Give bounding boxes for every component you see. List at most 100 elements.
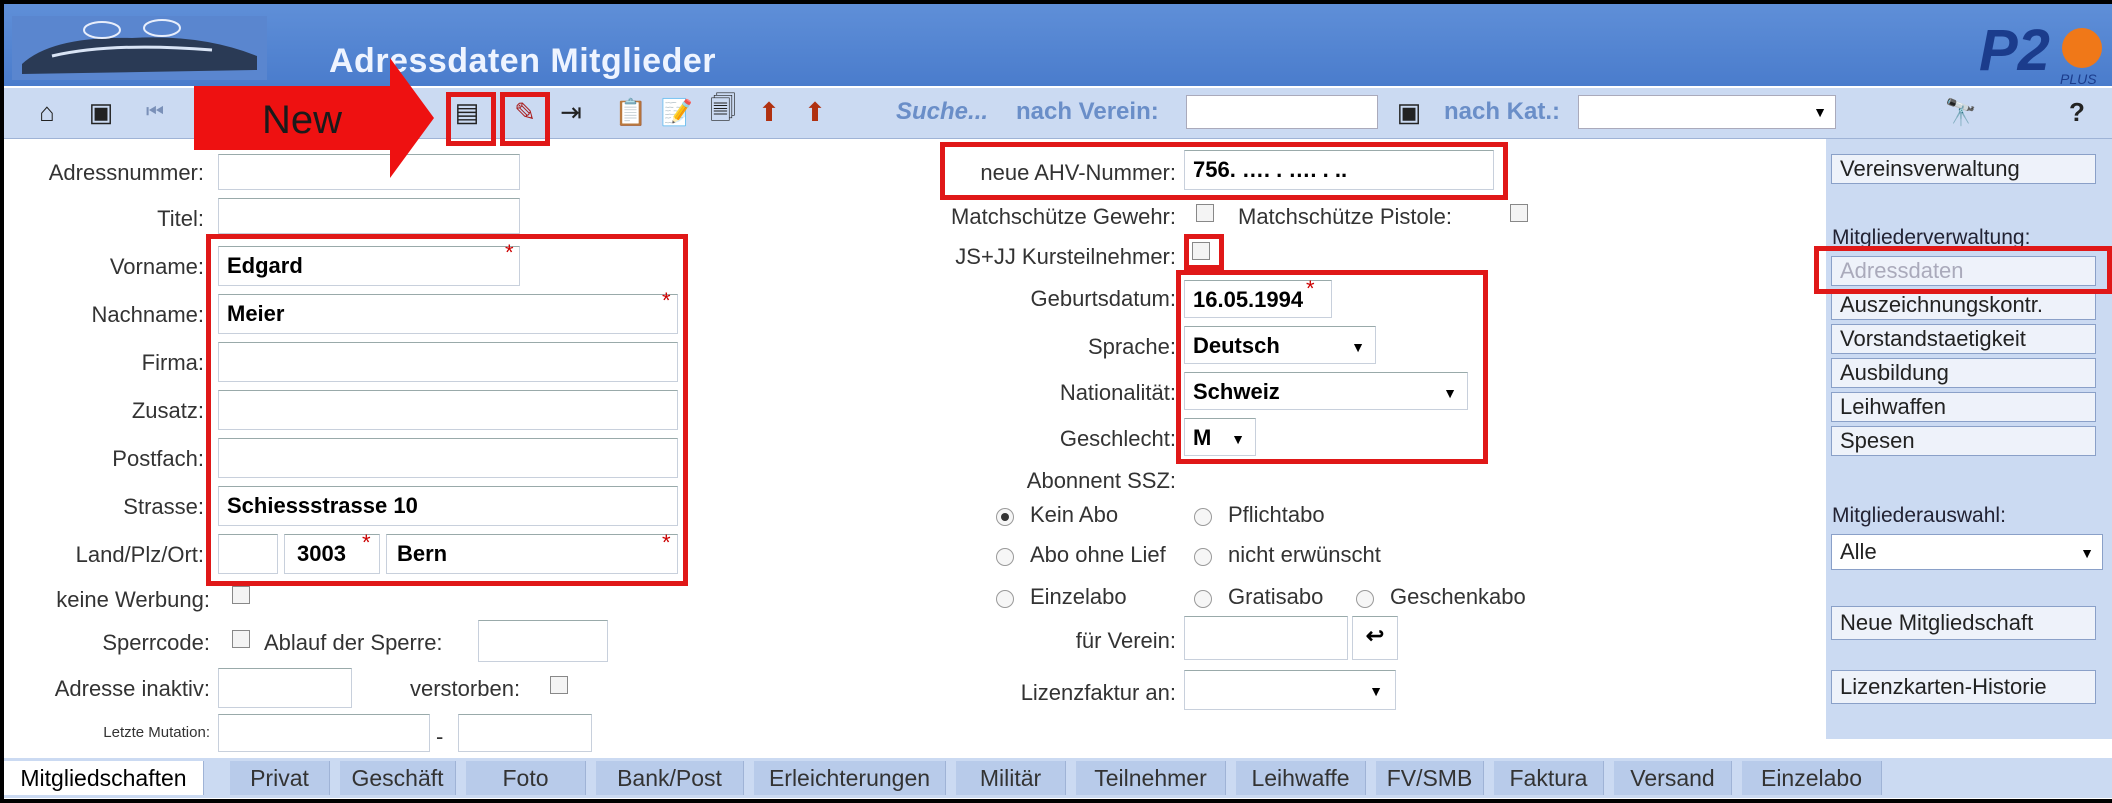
ablauf-sperre-label: Ablauf der Sperre:	[264, 630, 443, 655]
chevron-down-icon: ▼	[1813, 104, 1827, 120]
category-select[interactable]: ▼	[1578, 95, 1836, 129]
lizenzfaktur-select[interactable]: ▼	[1184, 670, 1396, 710]
chevron-down-icon: ▼	[1351, 339, 1365, 355]
chevron-down-icon: ▼	[1443, 385, 1457, 401]
strasse-label: Strasse:	[123, 494, 204, 519]
p2-plus-logo-icon: P2 PLUS	[1979, 18, 2102, 86]
match-pistole-label: Matchschütze Pistole:	[1238, 204, 1452, 229]
tab-leihwaffe[interactable]: Leihwaffe	[1236, 761, 1366, 795]
vorname-field[interactable]: Edgard	[218, 246, 520, 286]
nachname-label: Nachname:	[91, 302, 204, 327]
tab-foto[interactable]: Foto	[466, 761, 586, 795]
nationalitaet-select[interactable]: Schweiz ▼	[1184, 372, 1468, 410]
zusatz-field[interactable]	[218, 390, 678, 430]
required-marker: *	[362, 530, 371, 555]
clipboard-icon[interactable]: 📋	[614, 95, 648, 129]
land-plz-ort-label: Land/Plz/Ort:	[75, 542, 204, 567]
abo-radio-pflichtabo[interactable]	[1194, 508, 1212, 526]
land-field[interactable]	[218, 534, 278, 574]
match-pistole-checkbox[interactable]	[1510, 204, 1528, 222]
required-marker: *	[505, 240, 514, 265]
abo-radio-einzelabo[interactable]	[996, 590, 1014, 608]
required-marker: *	[1306, 276, 1315, 301]
verstorben-checkbox[interactable]	[550, 676, 568, 694]
tab-erleichterungen[interactable]: Erleichterungen	[754, 761, 946, 795]
tab-mitgliedschaften[interactable]: Mitgliedschaften	[4, 761, 204, 795]
tab-versand[interactable]: Versand	[1614, 761, 1732, 795]
mitgliederauswahl-select[interactable]: Alle ▼	[1831, 534, 2103, 570]
first-record-icon[interactable]: ⏮	[138, 95, 172, 129]
chevron-down-icon: ▼	[1369, 683, 1383, 699]
edit-record-icon[interactable]: ✎	[508, 95, 542, 129]
abonnent-ssz-label: Abonnent SSZ:	[1026, 468, 1176, 493]
abo-radio-geschenkabo[interactable]	[1356, 590, 1374, 608]
adresse-inaktiv-field[interactable]	[218, 668, 352, 708]
vereinsverwaltung-button[interactable]: Vereinsverwaltung	[1831, 154, 2096, 184]
adressnummer-label: Adressnummer:	[48, 160, 204, 185]
sidebar-item-leihwaffen[interactable]: Leihwaffen	[1831, 392, 2096, 422]
required-marker: *	[662, 530, 671, 555]
upload-alt-icon[interactable]: ⬆	[798, 95, 832, 129]
lizenzkarten-historie-button[interactable]: Lizenzkarten-Historie	[1831, 670, 2096, 704]
tab-privat[interactable]: Privat	[230, 761, 330, 795]
edit-document-icon[interactable]: 📝	[660, 95, 694, 129]
firma-field[interactable]	[218, 342, 678, 382]
titel-field[interactable]	[218, 198, 520, 234]
letzte-mutation-to-field	[458, 714, 592, 752]
postfach-field[interactable]	[218, 438, 678, 478]
mutation-separator: -	[436, 724, 444, 749]
abo-radio-gratisabo[interactable]	[1194, 590, 1212, 608]
home-icon[interactable]: ⌂	[30, 95, 64, 129]
tab-faktura[interactable]: Faktura	[1494, 761, 1604, 795]
tab-teilnehmer[interactable]: Teilnehmer	[1076, 761, 1226, 795]
abo-radio-kein-abo[interactable]	[996, 508, 1014, 526]
help-icon[interactable]: ?	[2060, 95, 2094, 129]
ablauf-sperre-field[interactable]	[478, 620, 608, 662]
ort-field[interactable]: Bern	[386, 534, 678, 574]
sidebar-item-vorstandstaetigkeit[interactable]: Vorstandstaetigkeit	[1831, 324, 2096, 354]
zusatz-label: Zusatz:	[131, 398, 204, 423]
binoculars-icon[interactable]: 🔭	[1944, 95, 1978, 129]
jsjj-checkbox[interactable]	[1192, 242, 1210, 260]
keine-werbung-checkbox[interactable]	[232, 586, 250, 604]
abo-option-label: Kein Abo	[1030, 502, 1119, 527]
window-select-icon[interactable]: ▣	[84, 95, 118, 129]
jsjj-label: JS+JJ Kursteilnehmer:	[955, 244, 1176, 269]
sidebar-item-adressdaten[interactable]: Adressdaten	[1831, 256, 2096, 286]
mitgliederverwaltung-label: Mitgliederverwaltung:	[1832, 226, 2031, 249]
fuer-verein-field[interactable]	[1184, 616, 1348, 660]
tab-fv-smb[interactable]: FV/SMB	[1376, 761, 1484, 795]
club-search-input[interactable]	[1186, 95, 1378, 129]
tab-bank-post[interactable]: Bank/Post	[596, 761, 744, 795]
sidebar-item-auszeichnungskontr[interactable]: Auszeichnungskontr.	[1831, 290, 2096, 320]
sprache-select[interactable]: Deutsch ▼	[1184, 326, 1376, 364]
return-arrow-icon[interactable]: ↩	[1352, 616, 1398, 660]
upload-icon[interactable]: ⬆	[752, 95, 786, 129]
tab-geschaeft[interactable]: Geschäft	[340, 761, 456, 795]
copy-document-icon[interactable]: 🗐	[706, 93, 740, 129]
sperrcode-checkbox[interactable]	[232, 630, 250, 648]
svg-text:P2: P2	[1979, 18, 2050, 83]
export-icon[interactable]: ⇥	[554, 95, 588, 129]
match-gewehr-checkbox[interactable]	[1196, 204, 1214, 222]
sidebar-item-ausbildung[interactable]: Ausbildung	[1831, 358, 2096, 388]
adresse-inaktiv-label: Adresse inaktiv:	[54, 676, 210, 701]
abo-option-label: Einzelabo	[1030, 584, 1127, 609]
tab-einzelabo[interactable]: Einzelabo	[1742, 761, 1882, 795]
abo-radio-nicht-erwuenscht[interactable]	[1194, 548, 1212, 566]
mitgliederauswahl-value: Alle	[1840, 539, 1877, 564]
postfach-label: Postfach:	[112, 446, 204, 471]
new-record-icon[interactable]: ▤	[450, 95, 484, 129]
keine-werbung-label: keine Werbung:	[56, 587, 210, 612]
geschlecht-select[interactable]: M ▼	[1184, 418, 1256, 456]
neue-mitgliedschaft-button[interactable]: Neue Mitgliedschaft	[1831, 606, 2096, 640]
nachname-field[interactable]: Meier	[218, 294, 678, 334]
club-picker-icon[interactable]: ▣	[1392, 95, 1426, 129]
sidebar-item-spesen[interactable]: Spesen	[1831, 426, 2096, 456]
svg-text:PLUS: PLUS	[2060, 71, 2097, 86]
strasse-field[interactable]: Schiessstrasse 10	[218, 486, 678, 526]
sprache-label: Sprache:	[1087, 334, 1176, 359]
abo-radio-ohne-lief[interactable]	[996, 548, 1014, 566]
ahv-field[interactable]: 756. …. . …. . ..	[1184, 150, 1494, 190]
tab-militaer[interactable]: Militär	[956, 761, 1066, 795]
